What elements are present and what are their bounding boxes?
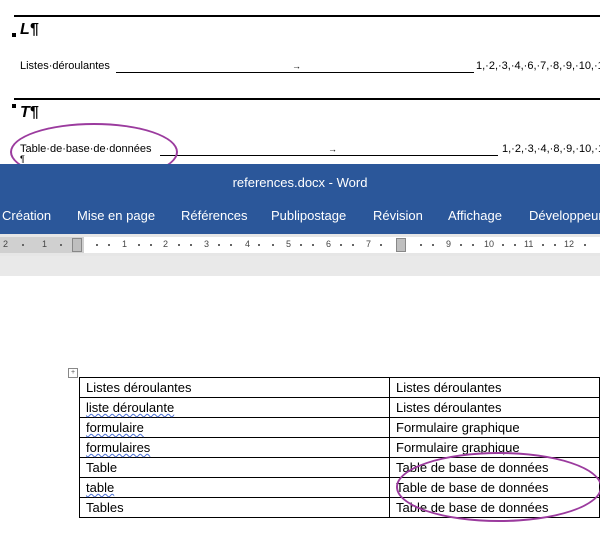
index-leader-line: [160, 155, 498, 156]
tab-arrow-icon: →: [328, 144, 337, 154]
term-text: formulaire: [86, 420, 144, 435]
ruler-tick: [514, 244, 516, 246]
ruler-tick: [190, 244, 192, 246]
ruler-number: 11: [524, 239, 534, 249]
ribbon-tab-bar: Création Mise en page Références Publipo…: [0, 200, 600, 234]
ruler-number: 2: [3, 239, 9, 249]
ruler-number: 5: [286, 239, 292, 249]
ruler-tick: [432, 244, 434, 246]
tab-creation[interactable]: Création: [2, 208, 51, 223]
term-cell[interactable]: Table: [79, 457, 390, 478]
right-indent-marker[interactable]: [396, 238, 406, 252]
term-text: liste déroulante: [86, 400, 175, 415]
term-cell[interactable]: Tables: [79, 497, 390, 518]
term-cell[interactable]: table: [79, 477, 390, 498]
index-section-heading-t: T¶: [20, 104, 39, 121]
ruler-tick: [300, 244, 302, 246]
ruler-tick: [218, 244, 220, 246]
table-move-handle[interactable]: +: [68, 368, 78, 378]
ruler-number: 4: [245, 239, 251, 249]
ruler-shadow-strip: [0, 256, 600, 276]
ruler-number: 9: [446, 239, 452, 249]
paragraph-mark-icon: [12, 33, 16, 37]
term-cell[interactable]: Listes déroulantes: [79, 377, 390, 398]
horizontal-ruler[interactable]: 2 1 1 2 3 4 5 6 7 9 10 11 12: [0, 234, 600, 256]
highlight-ellipse: [396, 452, 600, 522]
ruler-number: 1: [122, 239, 128, 249]
tab-arrow-icon: →: [292, 61, 301, 71]
ruler-tick: [96, 244, 98, 246]
index-entry-pages: 1,·2,·3,·4,·6,·7,·8,·9,·10,·1: [476, 60, 600, 72]
reference-text: Formulaire graphique: [396, 420, 520, 435]
ruler-tick: [272, 244, 274, 246]
reference-text: Listes déroulantes: [396, 380, 502, 395]
term-text: Tables: [86, 500, 124, 515]
index-leader-line: [116, 72, 474, 73]
window-title: references.docx - Word: [232, 175, 368, 190]
ruler-tick: [584, 244, 586, 246]
ruler-number: 2: [163, 239, 169, 249]
table-row: formulaire Formulaire graphique: [79, 417, 600, 438]
section-rule-top: [14, 15, 600, 17]
ruler-tick: [312, 244, 314, 246]
reference-cell[interactable]: Listes déroulantes: [389, 397, 600, 418]
ruler-tick: [340, 244, 342, 246]
ruler-tick: [472, 244, 474, 246]
ruler-number: 12: [564, 239, 575, 249]
reference-cell[interactable]: Formulaire graphique: [389, 417, 600, 438]
ruler-tick: [460, 244, 462, 246]
ruler-number: 1: [42, 239, 48, 249]
tab-developpeur[interactable]: Développeur: [529, 208, 600, 223]
ruler-tick: [352, 244, 354, 246]
term-text: formulaires: [86, 440, 151, 455]
term-text: Listes déroulantes: [86, 380, 192, 395]
section-rule-middle: [14, 98, 600, 100]
ruler-number: 7: [366, 239, 372, 249]
ruler-tick: [502, 244, 504, 246]
ruler-tick: [420, 244, 422, 246]
tab-affichage[interactable]: Affichage: [448, 208, 502, 223]
tab-revision[interactable]: Révision: [373, 208, 423, 223]
ruler-tick: [380, 244, 382, 246]
index-entry-label: Listes·déroulantes: [20, 60, 110, 72]
term-text: table: [86, 480, 115, 495]
tab-mise-en-page[interactable]: Mise en page: [77, 208, 155, 223]
ruler-number: 6: [326, 239, 332, 249]
ruler-tick: [108, 244, 110, 246]
table-row: liste déroulante Listes déroulantes: [79, 397, 600, 418]
ruler-tick: [230, 244, 232, 246]
ruler-number: 10: [484, 239, 495, 249]
term-text: Table: [86, 460, 118, 475]
table-row: Listes déroulantes Listes déroulantes: [79, 377, 600, 398]
ruler-text-area: [84, 237, 600, 253]
ruler-tick: [178, 244, 180, 246]
ruler-tick: [60, 244, 62, 246]
tab-references[interactable]: Références: [181, 208, 247, 223]
tab-publipostage[interactable]: Publipostage: [271, 208, 346, 223]
ruler-tick: [554, 244, 556, 246]
ruler-number: 3: [204, 239, 210, 249]
ruler-tick: [150, 244, 152, 246]
index-section-heading-l: L¶: [20, 21, 39, 38]
reference-cell[interactable]: Listes déroulantes: [389, 377, 600, 398]
ruler-tick: [22, 244, 24, 246]
ruler-tick: [542, 244, 544, 246]
reference-text: Listes déroulantes: [396, 400, 502, 415]
term-cell[interactable]: liste déroulante: [79, 397, 390, 418]
index-entry-pages: 1,·2,·3,·4,·8,·9,·10,·1: [502, 143, 600, 155]
ruler-tick: [138, 244, 140, 246]
ruler-tick: [258, 244, 260, 246]
term-cell[interactable]: formulaire: [79, 417, 390, 438]
paragraph-mark-icon: [12, 104, 16, 108]
left-indent-marker[interactable]: [72, 238, 82, 252]
index-document: L¶ Listes·déroulantes → 1,·2,·3,·4,·6,·7…: [0, 0, 600, 181]
title-bar: references.docx - Word: [0, 164, 600, 200]
term-cell[interactable]: formulaires: [79, 437, 390, 458]
